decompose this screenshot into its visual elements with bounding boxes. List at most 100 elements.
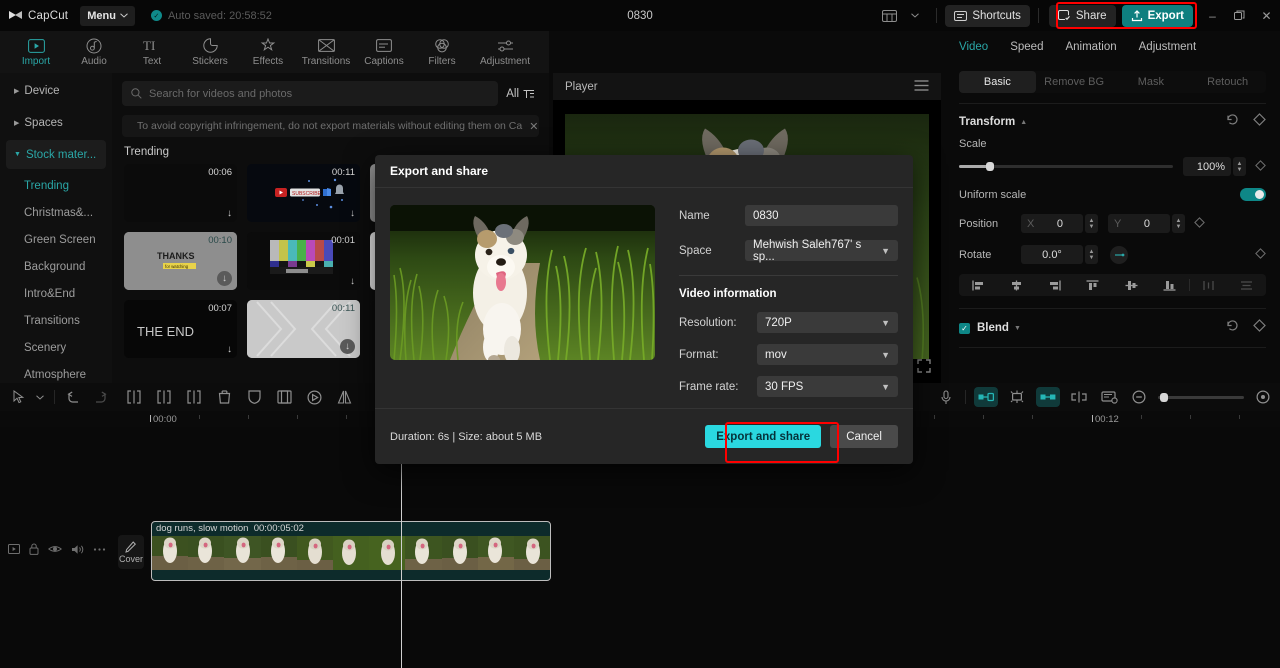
space-select[interactable]: Mehwish Saleh767' s sp... ▼ [745, 239, 898, 263]
more-icon[interactable] [93, 547, 106, 552]
redo-icon[interactable] [87, 384, 113, 410]
keyframe-nav-icon[interactable] [1066, 384, 1092, 410]
zoom-in-icon[interactable] [1250, 384, 1276, 410]
reverse-icon[interactable] [301, 384, 327, 410]
rotate-dial[interactable] [1110, 245, 1128, 264]
tool-tab-adjustment[interactable]: Adjustment [472, 31, 538, 73]
scale-stepper[interactable]: ▲ ▼ [1233, 157, 1246, 176]
undo-icon[interactable] [61, 384, 87, 410]
share-button[interactable]: Share [1048, 4, 1116, 27]
preview-icon[interactable] [1096, 384, 1122, 410]
sidebar-subitem-background[interactable]: Background [0, 253, 112, 280]
chevron-down-icon[interactable] [32, 384, 48, 410]
sidebar-subitem-intro-end[interactable]: Intro&End [0, 280, 112, 307]
chevron-down-icon[interactable]: ▼ [1014, 325, 1021, 332]
download-icon[interactable]: ↓ [340, 339, 355, 354]
tool-tab-filters[interactable]: Filters [414, 31, 470, 73]
sidebar-subitem-christmas[interactable]: Christmas&... [0, 199, 112, 226]
position-x-input[interactable]: X 0 [1021, 214, 1083, 233]
rotate-input[interactable]: 0.0° [1021, 245, 1083, 264]
media-card[interactable]: SUBSCRIBE 00:11 ↓ [247, 164, 360, 222]
align-right-icon[interactable] [1036, 280, 1074, 291]
media-card[interactable]: 00:06 ↓ [124, 164, 237, 222]
freeze-icon[interactable] [241, 384, 267, 410]
align-left-icon[interactable] [959, 280, 997, 291]
media-card[interactable]: 00:11 ↓ [247, 300, 360, 358]
tab-speed[interactable]: Speed [1010, 41, 1043, 53]
distribute-vertical-icon[interactable] [1228, 280, 1266, 291]
format-select[interactable]: mov ▼ [757, 344, 898, 365]
hamburger-icon[interactable] [914, 79, 929, 94]
download-icon[interactable]: ↓ [350, 208, 355, 219]
maximize-button[interactable] [1226, 0, 1253, 31]
download-icon[interactable]: ↓ [350, 276, 355, 287]
tab-video[interactable]: Video [959, 41, 988, 53]
timeline-clip[interactable]: dog runs, slow motion 00:00:05:02 [151, 521, 551, 581]
blend-checkbox[interactable]: ✓ [959, 322, 970, 334]
subtab-retouch[interactable]: Retouch [1189, 71, 1266, 93]
cursor-icon[interactable] [6, 384, 32, 410]
cover-button[interactable]: Cover [118, 535, 144, 569]
framerate-select[interactable]: 30 FPS ▼ [757, 376, 898, 397]
trim-right-icon[interactable] [181, 384, 207, 410]
position-y-stepper[interactable]: ▲ ▼ [1172, 214, 1185, 233]
split-icon[interactable] [121, 384, 147, 410]
name-input[interactable]: 0830 [745, 205, 898, 226]
position-x-stepper[interactable]: ▲ ▼ [1085, 214, 1098, 233]
media-card[interactable]: THANKS for watching 00:10 ↓ [124, 232, 237, 290]
tab-adjustment[interactable]: Adjustment [1139, 41, 1197, 53]
scale-slider[interactable] [959, 162, 1173, 171]
delete-icon[interactable] [211, 384, 237, 410]
layout-icon[interactable] [876, 5, 902, 27]
rotate-stepper[interactable]: ▲ ▼ [1085, 245, 1098, 264]
chevron-up-icon[interactable]: ▲ [1020, 119, 1027, 126]
tool-tab-import[interactable]: Import [8, 31, 64, 73]
download-icon[interactable]: ↓ [217, 271, 232, 286]
tab-animation[interactable]: Animation [1065, 41, 1116, 53]
download-icon[interactable]: ↓ [227, 208, 232, 219]
volume-icon[interactable] [71, 544, 84, 555]
sidebar-subitem-trending[interactable]: Trending [0, 172, 112, 199]
cancel-button[interactable]: Cancel [830, 425, 898, 448]
close-button[interactable]: ✕ [1253, 0, 1280, 31]
filter-all-button[interactable]: All [506, 88, 539, 100]
tool-tab-captions[interactable]: Captions [356, 31, 412, 73]
tool-tab-text[interactable]: TI Text [124, 31, 180, 73]
close-notice-icon[interactable]: ✕ [529, 120, 538, 133]
minimize-button[interactable]: – [1199, 0, 1226, 31]
crop-icon[interactable] [271, 384, 297, 410]
scale-value[interactable]: 100% [1183, 157, 1231, 176]
mic-icon[interactable] [933, 384, 959, 410]
sidebar-item-stock-materials[interactable]: ▼ Stock mater... [6, 140, 106, 169]
position-y-input[interactable]: Y 0 [1108, 214, 1170, 233]
export-and-share-button[interactable]: Export and share [705, 425, 822, 448]
distribute-horizontal-icon[interactable] [1190, 280, 1228, 291]
align-bottom-icon[interactable] [1150, 280, 1188, 291]
mirror-icon[interactable] [331, 384, 357, 410]
shortcuts-button[interactable]: Shortcuts [945, 4, 1030, 27]
align-top-icon[interactable] [1074, 279, 1112, 291]
link-clips-icon[interactable] [974, 387, 998, 407]
sidebar-item-device[interactable]: ▶ Device [6, 76, 106, 105]
zoom-slider[interactable] [1158, 392, 1244, 402]
keyframe-icon[interactable] [1253, 319, 1266, 337]
trim-left-icon[interactable] [151, 384, 177, 410]
export-button[interactable]: Export [1121, 4, 1193, 27]
layout-dropdown-icon[interactable] [902, 5, 928, 27]
uniform-scale-toggle[interactable] [1240, 188, 1266, 201]
fullscreen-icon[interactable] [917, 359, 931, 378]
media-card[interactable]: THE END 00:07 ↓ [124, 300, 237, 358]
resolution-select[interactable]: 720P ▼ [757, 312, 898, 333]
keyframe-icon[interactable] [1255, 246, 1266, 264]
sidebar-item-spaces[interactable]: ▶ Spaces [6, 108, 106, 137]
subtab-basic[interactable]: Basic [959, 71, 1036, 93]
zoom-out-icon[interactable] [1126, 384, 1152, 410]
keyframe-icon[interactable] [1253, 113, 1266, 131]
media-card[interactable]: 00:01 ↓ [247, 232, 360, 290]
menu-button[interactable]: Menu [80, 5, 135, 26]
tool-tab-effects[interactable]: Effects [240, 31, 296, 73]
adsorb-icon[interactable] [1036, 387, 1060, 407]
tool-tab-stickers[interactable]: Stickers [182, 31, 238, 73]
sidebar-subitem-transitions[interactable]: Transitions [0, 307, 112, 334]
reset-icon[interactable] [1226, 113, 1239, 131]
